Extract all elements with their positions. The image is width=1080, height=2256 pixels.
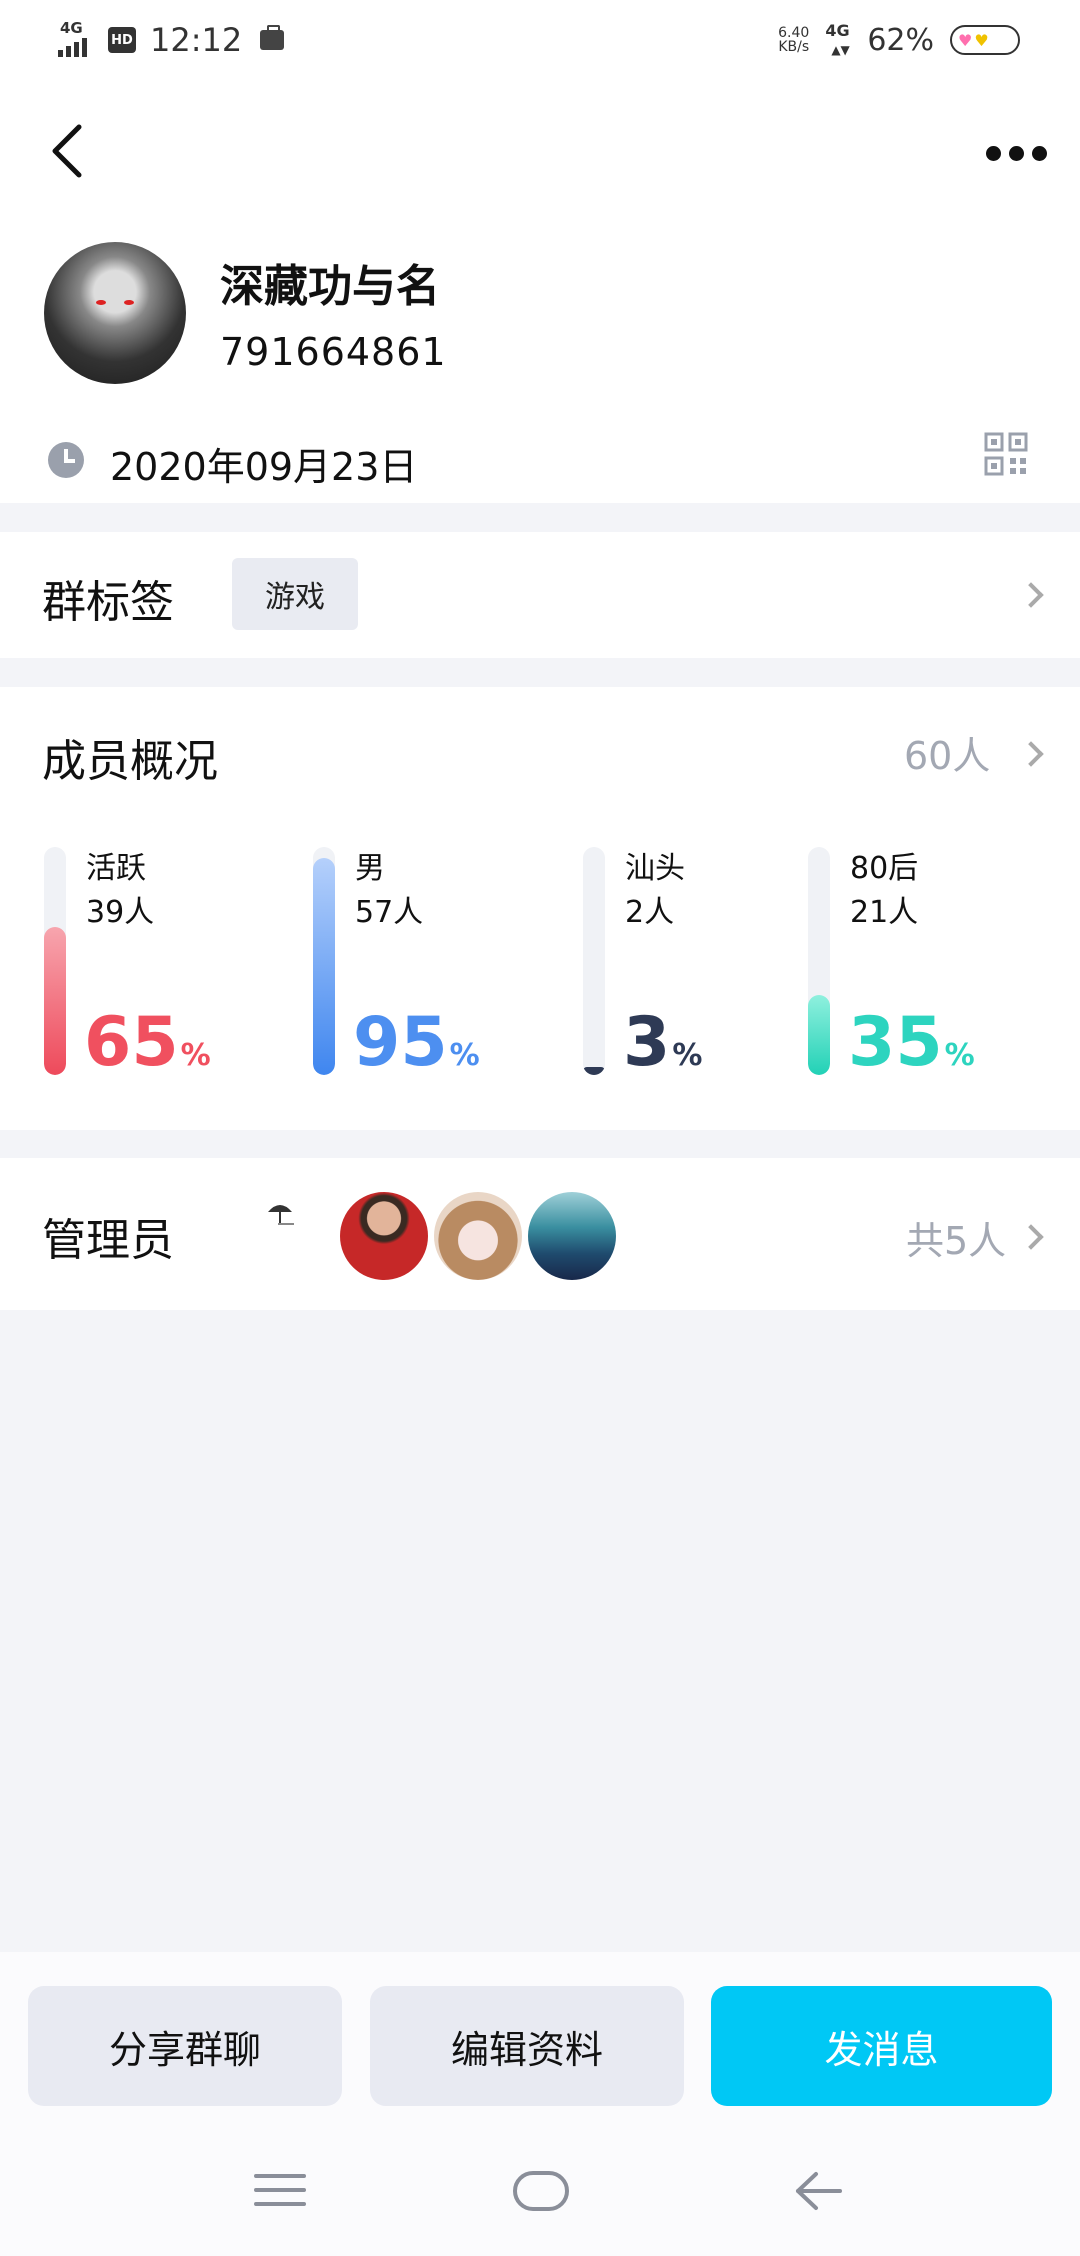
stat-label: 汕头: [625, 851, 685, 886]
battery-icon: ♥ ♥: [950, 25, 1020, 55]
briefcase-icon: [260, 25, 285, 50]
speed-value: 6.40: [778, 25, 810, 41]
stat-bar-track: [44, 847, 66, 1075]
admin-count: 共5人: [906, 1219, 1007, 1263]
stat-percent: 35%: [848, 1007, 975, 1092]
member-stat: 汕头 2人 3%: [583, 847, 803, 1087]
stat-percent: 95%: [353, 1007, 480, 1092]
stat-bar-fill: [313, 858, 335, 1075]
group-name: 深藏功与名: [220, 261, 440, 312]
stat-count: 39人: [86, 895, 155, 930]
stat-bar-track: [313, 847, 335, 1075]
edit-profile-button[interactable]: 编辑资料: [370, 1986, 684, 2106]
stat-count: 21人: [850, 895, 919, 930]
chevron-right-icon[interactable]: [1018, 741, 1044, 767]
stat-bar-track: [808, 847, 830, 1075]
admin-row[interactable]: 管理员 共5人: [0, 1158, 1080, 1310]
more-button[interactable]: [976, 128, 1056, 178]
group-tags-row[interactable]: 群标签 游戏: [0, 532, 1080, 658]
stat-percent-symbol: %: [180, 1038, 211, 1073]
stat-bar-track: [583, 847, 605, 1075]
member-stat: 活跃 39人 65%: [44, 847, 264, 1087]
home-nav-icon[interactable]: [512, 2170, 570, 2212]
umbrella-icon: [268, 1205, 294, 1225]
created-date: 2020年09月23日: [110, 445, 418, 489]
more-dots-icon: [985, 145, 1001, 161]
send-message-button[interactable]: 发消息: [711, 1986, 1052, 2106]
battery-percent: 62%: [867, 22, 934, 58]
admin-avatar[interactable]: [340, 1192, 428, 1280]
chevron-right-icon: [1018, 582, 1044, 608]
stat-percent: 65%: [84, 1007, 211, 1092]
group-id: 791664861: [220, 330, 447, 374]
member-count-link[interactable]: 60人: [904, 725, 990, 780]
network-type-right: 4G: [825, 21, 850, 40]
mobile-data-icon: 4G ▲▼: [825, 21, 850, 57]
menu-nav-icon[interactable]: [254, 2170, 306, 2210]
admin-avatar[interactable]: [528, 1192, 616, 1280]
status-bar: 4G HD 12:12 6.40 KB/s 4G ▲▼ 62% ♥ ♥: [0, 0, 1080, 80]
stat-percent-value: 35: [848, 1003, 943, 1082]
stat-percent: 3%: [623, 1007, 702, 1092]
clock-icon: [48, 442, 84, 478]
stat-percent-value: 3: [623, 1003, 671, 1082]
tags-title: 群标签: [42, 577, 174, 628]
stat-percent-symbol: %: [944, 1038, 975, 1073]
speed-unit: KB/s: [778, 39, 810, 55]
stat-label: 活跃: [86, 851, 146, 886]
network-type: 4G: [60, 19, 83, 37]
members-title: 成员概况: [42, 736, 218, 787]
admin-avatar[interactable]: [250, 1192, 338, 1280]
group-avatar[interactable]: [44, 242, 186, 384]
status-time: 12:12: [150, 21, 243, 59]
stat-bar-fill: [44, 927, 66, 1075]
member-overview-card: 成员概况 60人 活跃 39人 65% 男 57人 95% 汕头 2人 3% 80后 21人 35%: [0, 687, 1080, 1130]
stat-label: 男: [355, 851, 385, 886]
hd-badge: HD: [108, 27, 136, 53]
stat-bar-fill: [583, 1067, 605, 1075]
admin-avatar[interactable]: [434, 1192, 522, 1280]
stat-percent-value: 95: [353, 1003, 448, 1082]
stat-percent-symbol: %: [449, 1038, 480, 1073]
back-button[interactable]: [36, 116, 96, 186]
stat-count: 57人: [355, 895, 424, 930]
qr-code-icon[interactable]: [984, 432, 1028, 476]
stat-bar-fill: [808, 995, 830, 1075]
back-nav-icon[interactable]: [794, 2170, 842, 2212]
share-group-button[interactable]: 分享群聊: [28, 1986, 342, 2106]
member-stat: 80后 21人 35%: [808, 847, 1028, 1087]
chevron-right-icon: [1018, 1224, 1044, 1250]
chevron-left-icon: [52, 124, 82, 178]
stat-percent-value: 65: [84, 1003, 179, 1082]
stat-label: 80后: [850, 851, 919, 886]
tag-chip: 游戏: [232, 558, 358, 630]
admins-title: 管理员: [42, 1215, 174, 1266]
member-stat: 男 57人 95%: [313, 847, 533, 1087]
signal-icon: 4G: [58, 19, 98, 57]
stat-percent-symbol: %: [672, 1038, 703, 1073]
stat-count: 2人: [625, 895, 675, 930]
network-speed: 6.40 KB/s: [778, 26, 809, 54]
group-profile-card: 深藏功与名 791664861 2020年09月23日: [0, 80, 1080, 503]
